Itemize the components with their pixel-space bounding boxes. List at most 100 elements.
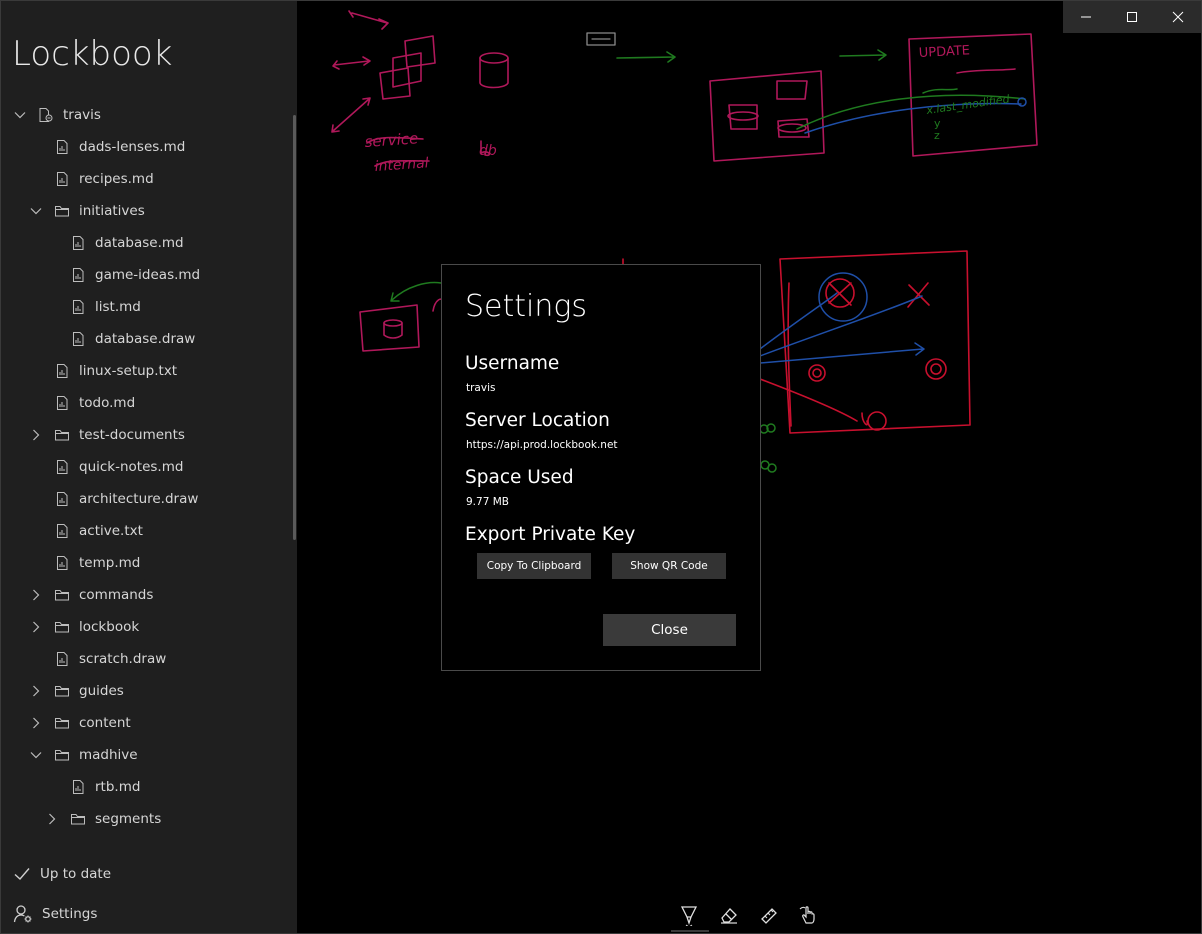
tree-file-item[interactable]: linux-setup.txt xyxy=(1,355,293,387)
file-icon xyxy=(73,332,84,346)
tree-item-label: quick-notes.md xyxy=(79,459,184,475)
tree-file-item[interactable]: quick-notes.md xyxy=(1,451,293,483)
tree-folder-item[interactable]: guides xyxy=(1,675,293,707)
close-icon xyxy=(1172,11,1184,23)
tree-file-item[interactable]: recipes.md xyxy=(1,163,293,195)
folder-icon xyxy=(55,430,69,441)
file-icon xyxy=(57,396,68,410)
chevron-right-icon[interactable] xyxy=(29,620,43,634)
tree-file-item[interactable]: game-ideas.md xyxy=(1,259,293,291)
settings-button[interactable]: Settings xyxy=(13,903,97,925)
sketch-text-internal: internal xyxy=(374,155,429,175)
tree-item-label: lockbook xyxy=(79,619,140,635)
file-icon xyxy=(73,300,84,314)
eraser-tool-button[interactable] xyxy=(716,902,742,928)
file-icon xyxy=(57,652,68,666)
space-used-value: 9.77 MB xyxy=(466,496,509,508)
tree-item-label: scratch.draw xyxy=(79,651,167,667)
tree-item-label: madhive xyxy=(79,747,138,763)
close-window-button[interactable] xyxy=(1155,1,1201,33)
file-icon xyxy=(57,172,68,186)
tree-folder-item[interactable]: commands xyxy=(1,579,293,611)
tree-item-label: database.draw xyxy=(95,331,196,347)
tree-folder-item[interactable]: content xyxy=(1,707,293,739)
tree-scrollbar[interactable] xyxy=(293,115,296,540)
tree-item-label: travis xyxy=(63,107,101,123)
copy-to-clipboard-button[interactable]: Copy To Clipboard xyxy=(477,553,591,579)
sync-status: Up to date xyxy=(13,863,111,885)
account-root-icon xyxy=(39,108,53,122)
folder-icon xyxy=(71,814,85,825)
tree-item-label: game-ideas.md xyxy=(95,267,201,283)
dialog-close-button[interactable]: Close xyxy=(603,614,736,646)
show-qr-code-button[interactable]: Show QR Code xyxy=(612,553,726,579)
user-settings-icon xyxy=(13,905,32,923)
folder-icon xyxy=(55,206,69,217)
tree-file-item[interactable]: architecture.draw xyxy=(1,483,293,515)
sketch-text-db: db xyxy=(479,143,497,159)
tree-file-item[interactable]: rtb.md xyxy=(1,771,293,803)
drawing-toolbar xyxy=(672,898,832,932)
tree-file-item[interactable]: todo.md xyxy=(1,387,293,419)
chevron-down-icon[interactable] xyxy=(29,204,43,218)
tree-item-label: rtb.md xyxy=(95,779,141,795)
tree-folder-item[interactable]: lockbook xyxy=(1,611,293,643)
sketch-text-update: UPDATE xyxy=(918,43,970,61)
chevron-right-icon[interactable] xyxy=(29,716,43,730)
settings-dialog: Settings Username travis Server Location… xyxy=(441,264,761,671)
tree-file-item[interactable]: active.txt xyxy=(1,515,293,547)
file-icon xyxy=(57,492,68,506)
pen-icon xyxy=(680,906,698,926)
tree-file-item[interactable]: database.draw xyxy=(1,323,293,355)
eraser-icon xyxy=(721,908,737,924)
file-icon xyxy=(57,140,68,154)
tree-folder-item[interactable]: madhive xyxy=(1,739,293,771)
tree-file-item[interactable]: list.md xyxy=(1,291,293,323)
touch-draw-tool-button[interactable] xyxy=(796,902,822,928)
folder-icon xyxy=(55,686,69,697)
chevron-right-icon[interactable] xyxy=(29,588,43,602)
export-key-heading: Export Private Key xyxy=(465,524,636,545)
tree-item-label: architecture.draw xyxy=(79,491,199,507)
minimize-button[interactable] xyxy=(1063,1,1109,33)
space-used-heading: Space Used xyxy=(465,467,574,488)
tree-item-label: content xyxy=(79,715,131,731)
tree-root-item[interactable]: travis xyxy=(1,99,293,131)
sync-status-label: Up to date xyxy=(40,866,112,882)
file-icon xyxy=(73,780,84,794)
checkmark-icon xyxy=(14,868,30,881)
tree-folder-item[interactable]: initiatives xyxy=(1,195,293,227)
tree-folder-item[interactable]: test-documents xyxy=(1,419,293,451)
chevron-right-icon[interactable] xyxy=(29,684,43,698)
tree-item-label: list.md xyxy=(95,299,141,315)
tree-item-label: segments xyxy=(95,811,162,827)
username-heading: Username xyxy=(465,353,560,374)
sketch-text-z: z xyxy=(934,129,940,142)
tree-item-label: linux-setup.txt xyxy=(79,363,178,379)
file-icon xyxy=(73,236,84,250)
app-title: Lockbook xyxy=(12,34,173,74)
window-caption-buttons xyxy=(1063,1,1201,33)
tree-folder-item[interactable]: segments xyxy=(1,803,293,829)
file-tree: travis dads-lenses.md recipes.md initiative… xyxy=(1,99,293,829)
username-value: travis xyxy=(466,382,496,394)
maximize-button[interactable] xyxy=(1109,1,1155,33)
settings-label: Settings xyxy=(42,906,98,922)
chevron-down-icon[interactable] xyxy=(29,748,43,762)
chevron-right-icon[interactable] xyxy=(29,428,43,442)
tree-file-item[interactable]: database.md xyxy=(1,227,293,259)
chevron-down-icon[interactable] xyxy=(13,108,27,122)
tree-file-item[interactable]: dads-lenses.md xyxy=(1,131,293,163)
file-icon xyxy=(57,364,68,378)
ruler-tool-button[interactable] xyxy=(756,902,782,928)
tree-file-item[interactable]: temp.md xyxy=(1,547,293,579)
tree-item-label: commands xyxy=(79,587,154,603)
tree-file-item[interactable]: scratch.draw xyxy=(1,643,293,675)
folder-icon xyxy=(55,622,69,633)
tree-item-label: recipes.md xyxy=(79,171,154,187)
chevron-right-icon[interactable] xyxy=(45,812,59,826)
tree-item-label: active.txt xyxy=(79,523,143,539)
file-icon xyxy=(57,524,68,538)
pen-tool-button[interactable] xyxy=(676,902,702,928)
folder-icon xyxy=(55,718,69,729)
